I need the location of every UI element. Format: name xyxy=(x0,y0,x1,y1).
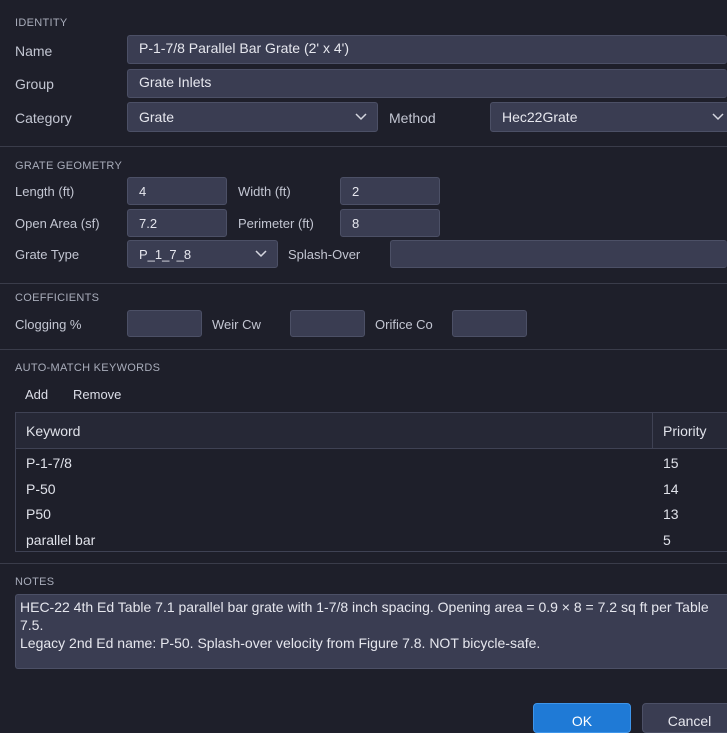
table-row[interactable]: P-50 14 xyxy=(16,476,727,501)
open-area-value: 7.2 xyxy=(139,215,158,231)
splash-over-label: Splash-Over xyxy=(288,247,361,262)
priority-cell: 15 xyxy=(663,454,679,471)
orifice-label: Orifice Co xyxy=(375,317,433,332)
width-input[interactable]: 2 xyxy=(340,177,440,205)
clogging-input[interactable] xyxy=(127,310,202,337)
coefficients-section-title: COEFFICIENTS xyxy=(15,292,100,304)
notes-section-title: NOTES xyxy=(15,576,55,588)
ok-button[interactable]: OK xyxy=(533,703,631,733)
orifice-input[interactable] xyxy=(452,310,527,337)
grate-type-select[interactable]: P_1_7_8 xyxy=(127,240,278,268)
method-select[interactable]: Hec22Grate xyxy=(490,102,727,132)
notes-textarea[interactable]: HEC-22 4th Ed Table 7.1 parallel bar gra… xyxy=(15,594,727,669)
table-row[interactable]: P-1-7/8 15 xyxy=(16,450,727,475)
keyword-cell: P-50 xyxy=(26,480,56,497)
keyword-cell: P50 xyxy=(26,505,51,522)
cancel-button[interactable]: Cancel xyxy=(642,703,727,733)
divider xyxy=(0,563,727,564)
table-row[interactable]: parallel bar 5 xyxy=(16,527,727,552)
identity-section-title: IDENTITY xyxy=(15,17,68,29)
length-value: 4 xyxy=(139,183,147,199)
add-keyword-button[interactable]: Add xyxy=(25,387,48,402)
name-value: P-1-7/8 Parallel Bar Grate (2' x 4') xyxy=(139,40,349,56)
length-label: Length (ft) xyxy=(15,184,75,199)
open-area-label: Open Area (sf) xyxy=(15,216,100,231)
column-header-keyword[interactable]: Keyword xyxy=(26,413,80,448)
divider xyxy=(0,283,727,284)
category-value: Grate xyxy=(139,109,175,125)
open-area-input[interactable]: 7.2 xyxy=(127,209,227,237)
perimeter-value: 8 xyxy=(352,215,360,231)
keyword-cell: P-1-7/8 xyxy=(26,454,72,471)
category-label: Category xyxy=(15,110,72,126)
remove-keyword-button[interactable]: Remove xyxy=(73,387,121,402)
priority-cell: 14 xyxy=(663,480,679,497)
method-value: Hec22Grate xyxy=(502,109,578,125)
geometry-section-title: GRATE GEOMETRY xyxy=(15,160,123,172)
column-header-priority[interactable]: Priority xyxy=(663,413,707,448)
priority-cell: 13 xyxy=(663,505,679,522)
table-header: Keyword Priority xyxy=(16,413,727,449)
perimeter-input[interactable]: 8 xyxy=(340,209,440,237)
group-value: Grate Inlets xyxy=(139,74,212,90)
name-label: Name xyxy=(15,43,53,59)
grate-type-label: Grate Type xyxy=(15,247,80,262)
chevron-down-icon xyxy=(712,113,724,121)
group-label: Group xyxy=(15,76,54,92)
table-row[interactable]: P50 13 xyxy=(16,501,727,526)
length-input[interactable]: 4 xyxy=(127,177,227,205)
divider xyxy=(0,146,727,147)
priority-cell: 5 xyxy=(663,531,671,548)
group-input[interactable]: Grate Inlets xyxy=(127,69,727,98)
keywords-table: Keyword Priority P-1-7/8 15 P-50 14 P50 … xyxy=(15,412,727,552)
name-input[interactable]: P-1-7/8 Parallel Bar Grate (2' x 4') xyxy=(127,35,727,64)
divider xyxy=(0,349,727,350)
width-label: Width (ft) xyxy=(238,184,291,199)
splash-over-input[interactable] xyxy=(390,240,727,268)
chevron-down-icon xyxy=(255,250,267,258)
perimeter-label: Perimeter (ft) xyxy=(238,216,314,231)
keyword-cell: parallel bar xyxy=(26,531,96,548)
method-label: Method xyxy=(389,110,436,126)
clogging-label: Clogging % xyxy=(15,317,82,332)
weir-input[interactable] xyxy=(290,310,365,337)
column-separator xyxy=(652,413,653,448)
category-select[interactable]: Grate xyxy=(127,102,378,132)
weir-label: Weir Cw xyxy=(212,317,261,332)
grate-type-value: P_1_7_8 xyxy=(139,246,192,262)
chevron-down-icon xyxy=(355,113,367,121)
width-value: 2 xyxy=(352,183,360,199)
keywords-section-title: AUTO-MATCH KEYWORDS xyxy=(15,362,161,374)
